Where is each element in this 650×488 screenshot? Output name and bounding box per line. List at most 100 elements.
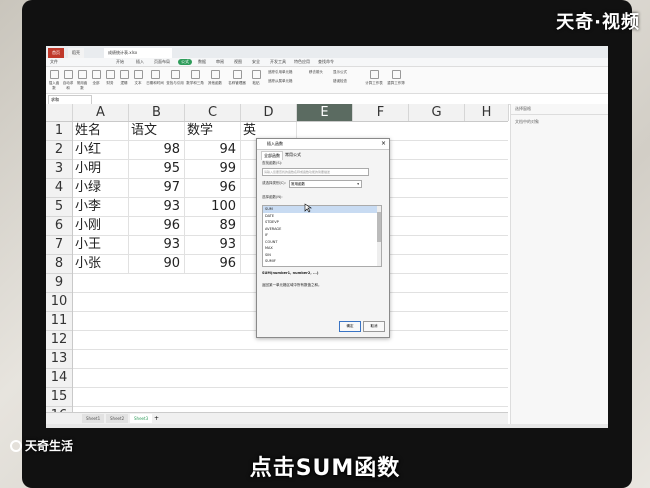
cell[interactable]: 小明	[73, 160, 129, 178]
lookup-button[interactable]: 查找与引用	[166, 70, 184, 86]
row-header[interactable]: 8	[46, 255, 72, 274]
cell[interactable]: 93	[185, 236, 241, 254]
menu-data[interactable]: 数据	[198, 58, 206, 66]
logical-button[interactable]: 逻辑	[118, 70, 130, 86]
cell[interactable]: 小红	[73, 141, 129, 159]
menu-review[interactable]: 审阅	[216, 58, 224, 66]
show-formulas-button[interactable]: 显示公式	[330, 70, 350, 75]
remove-arrows-button[interactable]: 移去箭头	[306, 70, 326, 75]
text-button[interactable]: 文本	[132, 70, 144, 86]
cancel-button[interactable]: 取消	[363, 321, 385, 332]
autosum-button[interactable]: 自动求和	[62, 70, 74, 91]
column-header[interactable]: D	[241, 104, 297, 121]
error-check-button[interactable]: 错误检查	[330, 79, 350, 84]
column-header[interactable]: F	[353, 104, 409, 121]
cell[interactable]: 99	[185, 160, 241, 178]
all-functions-button[interactable]: 全部	[90, 70, 102, 86]
row-headers: 1 2 3 4 5 6 7 8 9 10 11 12 13 14 15 16	[46, 122, 73, 426]
tab-docer[interactable]: 稻壳	[68, 48, 84, 58]
menu-special[interactable]: 特色应用	[294, 58, 310, 66]
trace-precedents-button[interactable]: 追踪引用单元格	[268, 70, 302, 75]
sheet-tab-active[interactable]: Sheet3	[130, 414, 153, 423]
menu-developer[interactable]: 开发工具	[270, 58, 286, 66]
row-header[interactable]: 14	[46, 369, 72, 388]
menu-page-layout[interactable]: 页面布局	[154, 58, 170, 66]
column-header[interactable]: C	[185, 104, 241, 121]
menu-formulas[interactable]: 公式	[178, 59, 192, 65]
cell[interactable]: 小张	[73, 255, 129, 273]
cell[interactable]: 100	[185, 198, 241, 216]
insert-function-button[interactable]: 插入函数	[48, 70, 60, 91]
more-functions-button[interactable]: 其他函数	[206, 70, 224, 86]
math-trig-button[interactable]: 数学和三角	[186, 70, 204, 86]
cell[interactable]: 小刚	[73, 217, 129, 235]
row-header[interactable]: 6	[46, 217, 72, 236]
tab-home[interactable]: 首页	[48, 48, 64, 58]
row-header[interactable]: 2	[46, 141, 72, 160]
text-icon	[133, 70, 143, 79]
row-header[interactable]: 5	[46, 198, 72, 217]
row-header[interactable]: 11	[46, 312, 72, 331]
ok-button[interactable]: 确定	[339, 321, 361, 332]
column-header[interactable]: B	[129, 104, 185, 121]
function-search-input[interactable]: 请输入您要查找的函数名称或函数功能的简要描述	[262, 168, 369, 176]
dialog-tabs: 全部函数 常用公式	[257, 150, 389, 160]
column-header-selected[interactable]: E	[297, 104, 353, 121]
cell[interactable]: 97	[129, 179, 185, 197]
cell[interactable]: 93	[129, 198, 185, 216]
row-header[interactable]: 7	[46, 236, 72, 255]
scroll-thumb[interactable]	[377, 212, 381, 242]
menu-file[interactable]: 文件	[50, 58, 58, 66]
row-header[interactable]: 1	[46, 122, 72, 141]
datetime-button[interactable]: 日期和时间	[146, 70, 164, 86]
row-header[interactable]: 15	[46, 388, 72, 407]
sheet-tab[interactable]: Sheet1	[82, 414, 105, 423]
cell[interactable]: 95	[129, 160, 185, 178]
row-header[interactable]: 12	[46, 331, 72, 350]
column-header[interactable]: H	[465, 104, 509, 121]
tab-file[interactable]: 成绩统计表.xlsx	[104, 48, 172, 58]
sheet-tab[interactable]: Sheet2	[106, 414, 129, 423]
calc-sheet-button[interactable]: 计算工作表	[364, 70, 384, 86]
cell[interactable]: 96	[185, 255, 241, 273]
recalc-workbook-button[interactable]: 重算工作簿	[386, 70, 406, 86]
cell[interactable]: 90	[129, 255, 185, 273]
row-header[interactable]: 4	[46, 179, 72, 198]
select-all-corner[interactable]	[46, 104, 73, 121]
paste-button[interactable]: 粘贴	[250, 70, 262, 86]
menu-home[interactable]: 开始	[116, 58, 124, 66]
cell[interactable]: 小绿	[73, 179, 129, 197]
menu-security[interactable]: 安全	[252, 58, 260, 66]
row-header[interactable]: 3	[46, 160, 72, 179]
tab-all-functions[interactable]: 全部函数	[261, 151, 283, 160]
cell[interactable]: 小李	[73, 198, 129, 216]
close-icon[interactable]: ×	[381, 139, 386, 149]
common-functions-button[interactable]: 常用函数	[76, 70, 88, 91]
cell[interactable]: 数学	[185, 122, 241, 140]
financial-button[interactable]: 财务	[104, 70, 116, 86]
cell[interactable]: 姓名	[73, 122, 129, 140]
menu-view[interactable]: 视图	[234, 58, 242, 66]
cell[interactable]: 93	[129, 236, 185, 254]
category-select[interactable]: 常用函数 ▾	[289, 180, 362, 188]
menu-insert[interactable]: 插入	[136, 58, 144, 66]
column-header[interactable]: G	[409, 104, 465, 121]
list-scrollbar[interactable]	[377, 206, 381, 266]
name-manager-button[interactable]: 名称管理器	[228, 70, 246, 86]
row-header[interactable]: 10	[46, 293, 72, 312]
menu-search[interactable]: 查找命令	[318, 58, 334, 66]
paste-icon	[251, 70, 261, 79]
cell[interactable]: 98	[129, 141, 185, 159]
row-header[interactable]: 9	[46, 274, 72, 293]
column-header[interactable]: A	[73, 104, 129, 121]
cell[interactable]: 语文	[129, 122, 185, 140]
cell[interactable]: 94	[185, 141, 241, 159]
cell[interactable]: 89	[185, 217, 241, 235]
list-item[interactable]: SUMIF	[263, 258, 381, 265]
tab-common-formulas[interactable]: 常用公式	[283, 151, 303, 159]
cell[interactable]: 96	[129, 217, 185, 235]
row-header[interactable]: 13	[46, 350, 72, 369]
trace-dependents-button[interactable]: 追踪从属单元格	[268, 79, 302, 84]
cell[interactable]: 小王	[73, 236, 129, 254]
cell[interactable]: 96	[185, 179, 241, 197]
